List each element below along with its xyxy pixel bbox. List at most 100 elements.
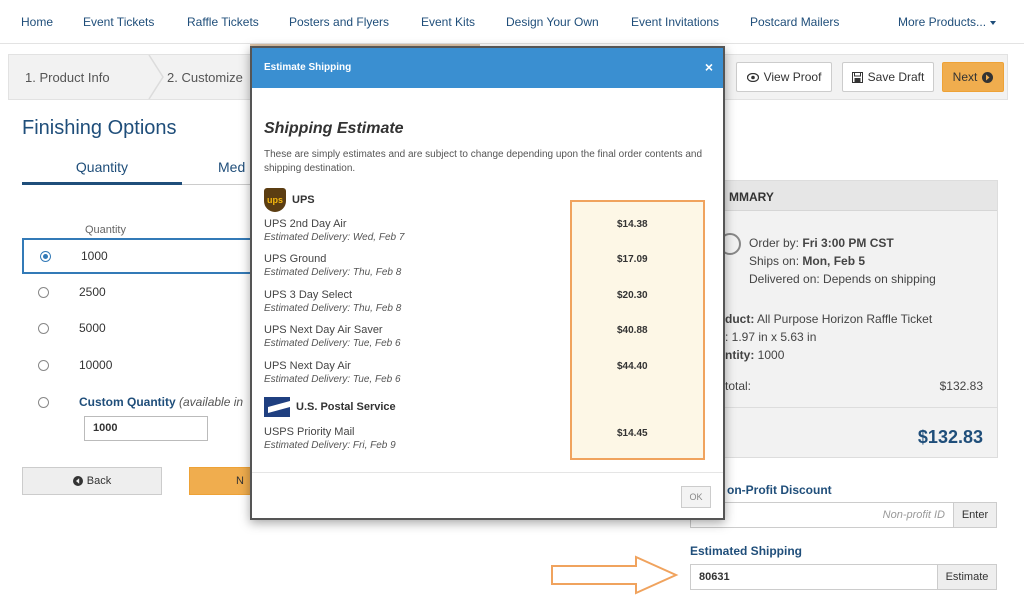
product-info: duct: All Purpose Horizon Raffle Ticket	[725, 312, 932, 326]
shipping-zip-input[interactable]: 80631	[690, 564, 938, 590]
service-name: UPS 2nd Day Air	[264, 218, 347, 230]
quantity-row[interactable]: 10000	[22, 347, 252, 383]
non-profit-id-input[interactable]: Non-profit ID	[690, 502, 954, 528]
carrier-usps: U.S. Postal Service	[264, 397, 396, 417]
step-customize[interactable]: 2. Customize	[167, 70, 243, 85]
nav-postcard-mailers[interactable]: Postcard Mailers	[750, 15, 839, 29]
column-header-quantity: Quantity	[85, 224, 126, 236]
shipping-option: UPS 3 Day Select Estimated Delivery: Thu…	[264, 289, 401, 315]
non-profit-discount-label: on-Profit Discount	[727, 483, 832, 497]
quantity-value: 1000	[81, 249, 108, 263]
carrier-name: U.S. Postal Service	[296, 401, 396, 413]
close-icon[interactable]: ×	[705, 59, 713, 75]
quantity-value: 2500	[79, 285, 106, 299]
custom-quantity-label: Custom Quantity (available in	[79, 395, 243, 409]
custom-quantity-input[interactable]: 1000	[84, 416, 208, 441]
next-button[interactable]: Next	[942, 62, 1004, 92]
non-profit-enter-button[interactable]: Enter	[953, 502, 997, 528]
product-value: All Purpose Horizon Raffle Ticket	[757, 312, 933, 326]
shipping-option: UPS Ground Estimated Delivery: Thu, Feb …	[264, 253, 401, 279]
quantity-radio[interactable]	[38, 286, 49, 298]
carrier-name: UPS	[292, 194, 315, 206]
service-price: $17.09	[617, 254, 648, 265]
custom-quantity-radio[interactable]	[38, 396, 49, 408]
service-price: $44.40	[617, 361, 648, 372]
caret-down-icon	[990, 20, 997, 25]
shipping-option: USPS Priority Mail Estimated Delivery: F…	[264, 426, 396, 452]
next-label: Next	[952, 70, 978, 84]
ups-logo-icon: ups	[264, 188, 286, 212]
service-eta: Estimated Delivery: Thu, Feb 8	[264, 303, 402, 314]
service-price: $14.38	[617, 219, 648, 230]
estimated-shipping-label: Estimated Shipping	[690, 544, 803, 558]
quantity-row[interactable]: 2500	[22, 274, 252, 310]
quantity-value: 10000	[79, 358, 113, 372]
estimate-shipping-modal: Estimate Shipping × Shipping Estimate Th…	[250, 46, 725, 520]
nav-more-products[interactable]: More Products...	[898, 15, 997, 29]
page-title: Finishing Options	[22, 117, 177, 139]
service-price: $40.88	[617, 325, 648, 336]
product-size: : 1.97 in x 5.63 in	[725, 330, 817, 344]
quantity-summary-value: 1000	[757, 348, 785, 362]
tab-quantity[interactable]: Quantity	[22, 159, 182, 185]
arrow-circle-right-icon	[982, 71, 994, 83]
summary-divider	[699, 407, 997, 408]
back-button[interactable]: Back	[22, 467, 162, 495]
ok-button[interactable]: OK	[681, 486, 711, 508]
service-name: UPS Ground	[264, 253, 327, 265]
next-step-label: N	[236, 475, 244, 487]
product-quantity: ntity: 1000	[725, 348, 784, 362]
custom-quantity-note: (available in	[179, 395, 244, 409]
shipping-option: UPS 2nd Day Air Estimated Delivery: Wed,…	[264, 218, 404, 244]
next-step-button[interactable]: N	[189, 467, 251, 495]
shipping-option: UPS Next Day Air Saver Estimated Deliver…	[264, 324, 401, 350]
service-name: UPS Next Day Air Saver	[264, 324, 383, 336]
estimate-button[interactable]: Estimate	[937, 564, 997, 590]
nav-home[interactable]: Home	[21, 15, 53, 29]
modal-title: Shipping Estimate	[264, 120, 404, 137]
view-proof-button[interactable]: View Proof	[736, 62, 832, 92]
step-product-info[interactable]: 1. Product Info	[25, 70, 110, 85]
order-summary: MMARY Order by: Fri 3:00 PM CST Ships on…	[698, 180, 998, 458]
floppy-disk-icon	[851, 71, 863, 83]
ships-on-value: Mon, Feb 5	[802, 254, 866, 268]
shipping-option: UPS Next Day Air Estimated Delivery: Tue…	[264, 360, 401, 386]
quantity-row[interactable]: 1000	[22, 238, 252, 274]
ships-on-label: Ships on:	[749, 254, 800, 268]
custom-quantity-row[interactable]: Custom Quantity (available in	[22, 384, 252, 420]
nav-design-your-own[interactable]: Design Your Own	[506, 15, 599, 29]
custom-quantity-title: Custom Quantity	[79, 395, 176, 409]
nav-posters-flyers[interactable]: Posters and Flyers	[289, 15, 389, 29]
usps-eagle-icon	[264, 397, 290, 417]
nav-event-tickets[interactable]: Event Tickets	[83, 15, 154, 29]
carrier-ups: ups UPS	[264, 188, 315, 212]
arrow-right-icon	[551, 555, 679, 595]
eye-icon	[746, 72, 759, 82]
modal-footer-divider	[252, 472, 723, 473]
order-by: Order by: Fri 3:00 PM CST	[749, 236, 894, 250]
service-eta: Estimated Delivery: Fri, Feb 9	[264, 440, 396, 451]
arrow-circle-left-icon	[72, 476, 83, 486]
summary-title: MMARY	[699, 181, 997, 211]
chevron-right-icon	[148, 55, 164, 99]
product-label: duct:	[725, 312, 755, 326]
service-eta: Estimated Delivery: Tue, Feb 6	[264, 374, 401, 385]
nav-event-invitations[interactable]: Event Invitations	[631, 15, 719, 29]
quantity-value: 5000	[79, 321, 106, 335]
service-name: UPS Next Day Air	[264, 360, 351, 372]
delivered-on: Delivered on: Depends on shipping	[749, 272, 936, 286]
save-draft-label: Save Draft	[867, 70, 925, 84]
nav-raffle-tickets[interactable]: Raffle Tickets	[187, 15, 259, 29]
nav-event-kits[interactable]: Event Kits	[421, 15, 475, 29]
view-proof-label: View Proof	[763, 70, 822, 84]
nav-more-products-label: More Products...	[898, 15, 987, 29]
quantity-row[interactable]: 5000	[22, 310, 252, 346]
ships-on: Ships on: Mon, Feb 5	[749, 254, 865, 268]
modal-header-title: Estimate Shipping	[264, 62, 352, 73]
save-draft-button[interactable]: Save Draft	[842, 62, 934, 92]
modal-description: These are simply estimates and are subje…	[264, 149, 703, 174]
quantity-radio[interactable]	[38, 359, 49, 371]
subtotal-label: total:	[725, 379, 752, 393]
quantity-radio[interactable]	[40, 250, 51, 262]
quantity-radio[interactable]	[38, 322, 49, 334]
